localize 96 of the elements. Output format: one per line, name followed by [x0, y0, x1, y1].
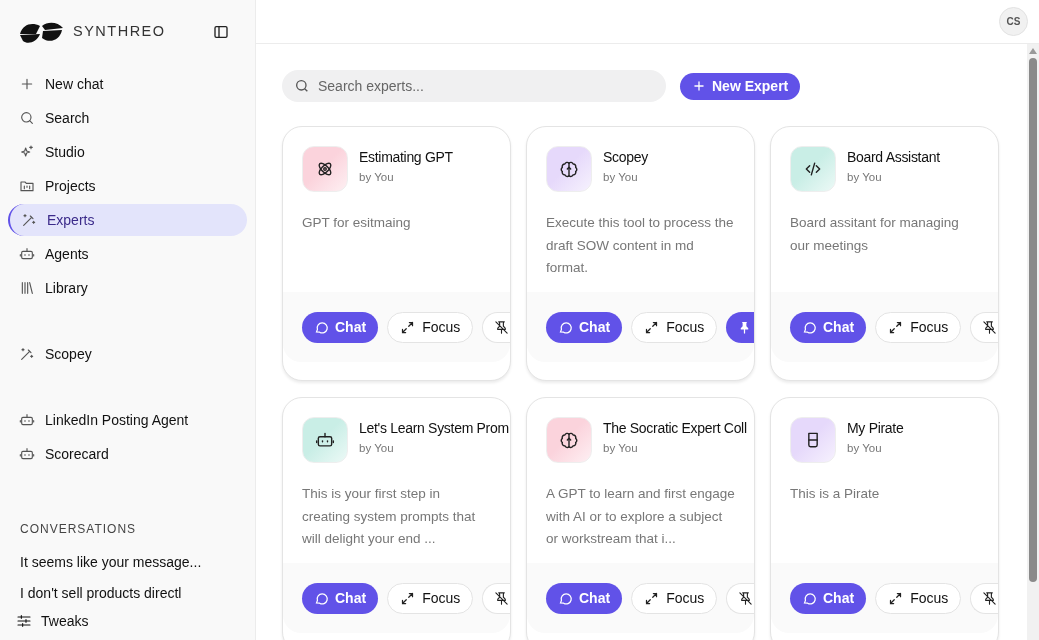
- expert-title: My Pirate: [847, 419, 904, 438]
- sidebar-item[interactable]: Projects: [8, 170, 247, 202]
- magic-wand-icon: [19, 346, 35, 362]
- chat-button[interactable]: Chat: [546, 582, 623, 614]
- magic-wand-icon: [21, 212, 37, 228]
- unpin-icon: [982, 319, 998, 335]
- expert-author: by You: [603, 170, 639, 185]
- robot-icon: [315, 430, 335, 450]
- sidebar-toggle-icon[interactable]: [213, 24, 229, 40]
- chat-bubble-icon: [314, 319, 329, 335]
- expert-author: by You: [603, 441, 639, 456]
- chat-bubble-icon: [558, 590, 573, 606]
- sparkle-icon: [19, 144, 35, 160]
- expert-card[interactable]: Board Assistant by You Board assitant for managing our meetings Chat Focus: [770, 126, 999, 381]
- expand-icon: [400, 590, 416, 606]
- conversation-item[interactable]: I don't sell products directl: [0, 583, 255, 604]
- sidebar-item[interactable]: New chat: [8, 68, 247, 100]
- search-icon: [294, 78, 310, 94]
- tweaks-button[interactable]: Tweaks: [16, 610, 89, 632]
- focus-button[interactable]: Focus: [631, 582, 718, 614]
- brain-icon: [559, 430, 579, 450]
- brain-icon: [559, 159, 579, 179]
- focus-button[interactable]: Focus: [875, 582, 962, 614]
- expert-title: The Socratic Expert Coll: [603, 419, 747, 438]
- new-expert-button[interactable]: New Expert: [680, 72, 801, 100]
- expand-icon: [644, 319, 660, 335]
- code-icon: [803, 159, 823, 179]
- expert-author: by You: [847, 170, 883, 185]
- expert-title: Estimating GPT: [359, 148, 453, 167]
- robot-icon: [19, 446, 35, 462]
- sidebar-item[interactable]: Scopey: [8, 338, 247, 370]
- sidebar-item[interactable]: Search: [8, 102, 247, 134]
- expert-card[interactable]: Scopey by You Execute this tool to process the draft SOW content in md format. Chat Focus: [526, 126, 755, 381]
- chat-button[interactable]: Chat: [302, 311, 379, 343]
- expand-icon: [644, 590, 660, 606]
- sidebar-item[interactable]: Scorecard: [8, 438, 247, 470]
- expert-description: This is a Pirate: [789, 485, 881, 503]
- pin-button[interactable]: [482, 582, 510, 614]
- folder-icon: [19, 178, 35, 194]
- expert-card[interactable]: Let's Learn System Prom by You This is your first step in creating system prompts that will delight your end ... Chat Focus: [282, 397, 511, 640]
- expert-author: by You: [359, 170, 395, 185]
- expert-title: Scopey: [603, 148, 648, 167]
- section-heading: CONVERSATIONS: [19, 521, 138, 538]
- chat-bubble-icon: [802, 319, 817, 335]
- pin-button[interactable]: [726, 582, 754, 614]
- pin-button[interactable]: [970, 582, 998, 614]
- expert-card[interactable]: My Pirate by You This is a Pirate Chat Focus: [770, 397, 999, 640]
- sidebar-item[interactable]: Studio: [8, 136, 247, 168]
- pin-button[interactable]: [970, 311, 998, 343]
- expand-icon: [400, 319, 416, 335]
- expand-icon: [888, 319, 904, 335]
- expert-description: This is your first step in creating system prompts that will delight your end ...: [301, 485, 477, 548]
- expert-card[interactable]: Estimating GPT by You GPT for esitmaing Chat Focus: [282, 126, 511, 381]
- chat-button[interactable]: Chat: [302, 582, 379, 614]
- sidebar-item[interactable]: LinkedIn Posting Agent: [8, 404, 247, 436]
- conversation-item[interactable]: It seems like your message...: [0, 552, 255, 573]
- brand-logo: [20, 20, 63, 44]
- expert-author: by You: [359, 441, 395, 456]
- sidebar-item[interactable]: Agents: [8, 238, 247, 270]
- expand-icon: [888, 590, 904, 606]
- sidebar-item[interactable]: Experts: [8, 204, 247, 236]
- sliders-icon: [16, 613, 32, 629]
- expert-title: Let's Learn System Prom: [359, 419, 509, 438]
- focus-button[interactable]: Focus: [875, 311, 962, 343]
- search-icon: [19, 110, 35, 126]
- unpin-icon: [494, 319, 510, 335]
- unpin-icon: [982, 590, 998, 606]
- expert-description: A GPT to learn and first engage with AI or to explore a subject or workstream that i...: [545, 485, 736, 548]
- expert-author: by You: [847, 441, 883, 456]
- expert-description: Execute this tool to process the draft SOW content in md format.: [545, 214, 735, 277]
- unpin-icon: [738, 590, 754, 606]
- scrollbar[interactable]: [1027, 44, 1039, 640]
- expert-card[interactable]: The Socratic Expert Coll by You A GPT to learn and first engage with AI or to explore a subject or workstream that i... Chat Focus: [526, 397, 755, 640]
- robot-icon: [19, 412, 35, 428]
- chat-bubble-icon: [314, 590, 329, 606]
- chat-button[interactable]: Chat: [790, 311, 867, 343]
- brand-name: SYNTHREO: [73, 22, 166, 42]
- expert-description: GPT for esitmaing: [301, 214, 412, 232]
- chat-bubble-icon: [558, 319, 573, 335]
- unpin-icon: [494, 590, 510, 606]
- chat-button[interactable]: Chat: [546, 311, 623, 343]
- pin-button[interactable]: [482, 311, 510, 343]
- user-avatar[interactable]: CS: [999, 7, 1028, 36]
- focus-button[interactable]: Focus: [387, 311, 474, 343]
- focus-button[interactable]: Focus: [631, 311, 718, 343]
- sidebar-item[interactable]: Library: [8, 272, 247, 304]
- plus-icon: [692, 79, 706, 93]
- robot-icon: [19, 246, 35, 262]
- focus-button[interactable]: Focus: [387, 582, 474, 614]
- chat-bubble-icon: [802, 590, 817, 606]
- expert-description: Board assitant for managing our meetings: [789, 214, 960, 255]
- library-icon: [19, 280, 35, 296]
- expert-title: Board Assistant: [847, 148, 940, 167]
- search-field[interactable]: Search experts...: [282, 70, 666, 102]
- chat-button[interactable]: Chat: [790, 582, 867, 614]
- plus-icon: [19, 76, 35, 92]
